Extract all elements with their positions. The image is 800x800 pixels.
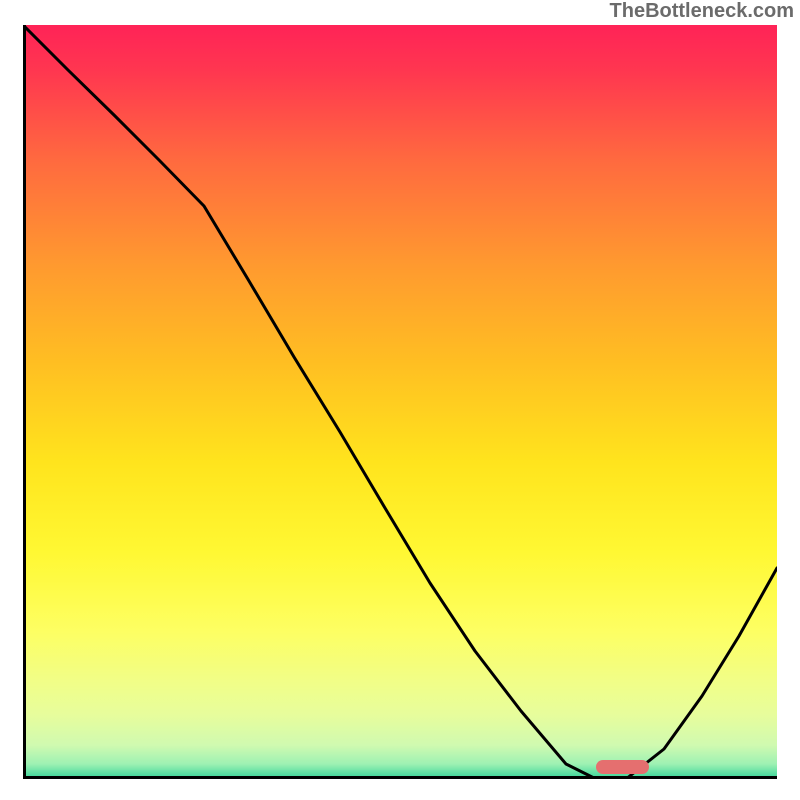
gradient-background [23,25,777,779]
optimal-range-marker [596,760,649,774]
watermark-text: TheBottleneck.com [610,0,794,23]
bottleneck-chart: TheBottleneck.com [0,0,800,800]
plot-area [23,25,777,779]
